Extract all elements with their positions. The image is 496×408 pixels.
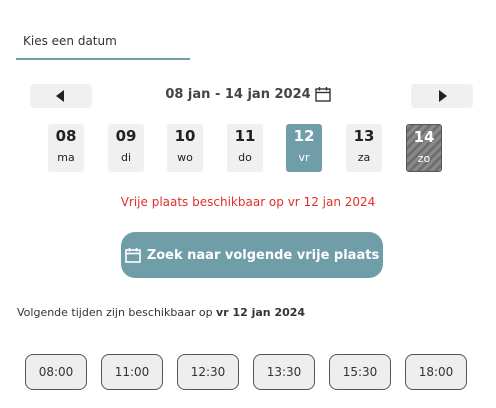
day-14-disabled: 14 zo [406,124,442,172]
time-slot-button[interactable]: 08:00 [25,354,87,390]
availability-message: Vrije plaats beschikbaar op vr 12 jan 20… [120,195,376,209]
day-13[interactable]: 13 za [346,124,382,172]
day-08[interactable]: 08 ma [48,124,84,172]
day-11[interactable]: 11 do [227,124,263,172]
day-10[interactable]: 10 wo [167,124,203,172]
next-times-date: vr 12 jan 2024 [216,306,306,319]
day-12-selected[interactable]: 12 vr [286,124,322,172]
day-number: 13 [353,127,375,145]
time-slot-button[interactable]: 12:30 [177,354,239,390]
search-next-free-button[interactable]: Zoek naar volgende vrije plaats [121,232,383,278]
day-number: 09 [115,127,137,145]
day-weekday: za [357,151,371,164]
time-slot-button[interactable]: 11:00 [101,354,163,390]
day-number: 10 [174,127,196,145]
day-weekday: ma [57,151,75,164]
next-week-button[interactable] [411,84,473,108]
tab-underline [16,58,190,60]
day-number: 14 [413,128,435,146]
day-weekday: di [120,151,132,164]
calendar-icon [125,248,141,263]
day-number: 08 [55,127,77,145]
calendar-icon[interactable] [314,86,331,102]
day-number: 11 [234,127,256,145]
next-times-prefix: Volgende tijden zijn beschikbaar op [17,306,217,319]
tab-choose-date[interactable]: Kies een datum [16,32,190,60]
tab-label: Kies een datum [23,34,117,48]
time-slot-button[interactable]: 15:30 [329,354,391,390]
day-weekday: do [238,151,252,164]
search-button-label: Zoek naar volgende vrije plaats [146,247,380,263]
day-weekday: wo [177,151,193,164]
week-range-text: 08 jan - 14 jan 2024 [165,86,311,102]
day-number: 12 [293,127,315,145]
day-weekday: vr [298,151,310,164]
time-slot-button[interactable]: 18:00 [405,354,467,390]
day-weekday: zo [417,152,431,165]
triangle-right-icon [439,90,447,102]
time-slot-button[interactable]: 13:30 [253,354,315,390]
day-09[interactable]: 09 di [108,124,144,172]
next-times-text: Volgende tijden zijn beschikbaar op vr 1… [17,306,305,319]
